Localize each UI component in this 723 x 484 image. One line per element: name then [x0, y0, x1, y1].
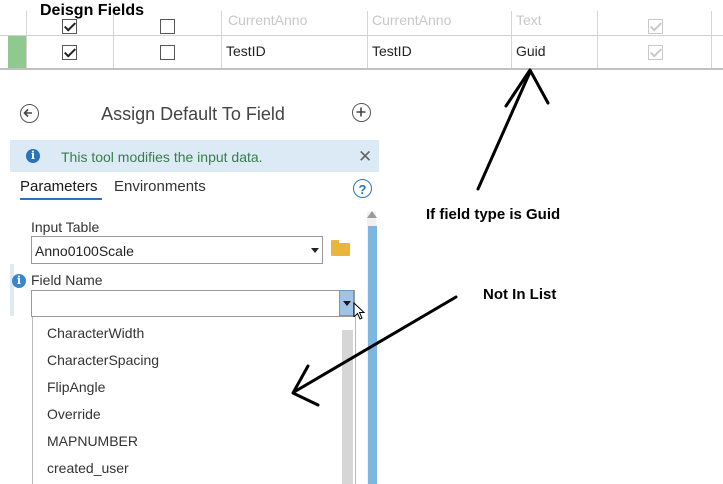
- partial-row-checkbox-visible[interactable]: [62, 19, 77, 34]
- pane-title: Assign Default To Field: [101, 104, 285, 124]
- folder-icon[interactable]: [331, 240, 350, 256]
- field-name-label: Field Name: [31, 272, 103, 288]
- info-icon: i: [26, 149, 40, 163]
- add-icon[interactable]: [352, 103, 371, 122]
- column-divider: [597, 11, 598, 68]
- annotation-guid-note: If field type is Guid: [426, 206, 561, 223]
- pane-scrollbar-thumb[interactable]: [368, 226, 377, 484]
- help-icon[interactable]: ?: [353, 179, 372, 198]
- field-allow-null-checkbox: [648, 45, 663, 60]
- info-icon: i: [12, 274, 26, 288]
- list-item[interactable]: CharacterWidth: [47, 325, 144, 341]
- active-tab-indicator: [20, 198, 102, 200]
- column-divider: [367, 11, 368, 68]
- scroll-up-icon[interactable]: [367, 211, 377, 218]
- column-divider: [511, 11, 512, 68]
- field-type-cell[interactable]: Guid: [516, 43, 546, 59]
- close-icon[interactable]: ✕: [358, 147, 372, 167]
- arrow-to-guid: [476, 68, 550, 191]
- table-row-testid[interactable]: [0, 36, 723, 70]
- partial-row-checkbox-disabled: [648, 19, 663, 34]
- tab-environments[interactable]: Environments: [114, 178, 206, 195]
- dropdown-arrow-icon[interactable]: [311, 248, 319, 253]
- field-readonly-checkbox[interactable]: [160, 45, 175, 60]
- design-fields-heading: Deisgn Fields: [40, 2, 145, 19]
- parameter-focus-marker: [10, 264, 14, 316]
- field-visible-checkbox[interactable]: [62, 45, 77, 60]
- tab-parameters[interactable]: Parameters: [20, 178, 98, 195]
- list-item[interactable]: created_user: [47, 460, 129, 476]
- list-item[interactable]: FlipAngle: [47, 379, 105, 395]
- column-divider: [26, 11, 27, 68]
- info-message: This tool modifies the input data.: [61, 149, 263, 165]
- input-table-label: Input Table: [31, 219, 100, 235]
- input-table-value: Anno0100Scale: [35, 243, 134, 259]
- column-divider: [221, 11, 222, 68]
- field-name-cell[interactable]: TestID: [226, 43, 266, 59]
- annotation-list-note: Not In List: [483, 286, 557, 303]
- partial-row-checkbox-readonly[interactable]: [160, 19, 175, 34]
- table-cell-name: CurrentAnno: [228, 12, 308, 28]
- row-selection-marker: [8, 36, 26, 68]
- field-name-select[interactable]: [31, 290, 355, 317]
- table-cell-alias: CurrentAnno: [372, 12, 452, 28]
- table-cell-type: Text: [516, 12, 542, 28]
- dropdown-arrow-icon[interactable]: [343, 301, 351, 306]
- list-item[interactable]: Override: [47, 406, 101, 422]
- field-alias-cell[interactable]: TestID: [372, 43, 412, 59]
- list-item[interactable]: MAPNUMBER: [47, 433, 138, 449]
- column-divider: [711, 11, 712, 68]
- options-list-scrollbar[interactable]: [342, 330, 353, 484]
- field-name-options-list[interactable]: CharacterWidth CharacterSpacing FlipAngl…: [32, 317, 356, 484]
- list-item[interactable]: CharacterSpacing: [47, 352, 159, 368]
